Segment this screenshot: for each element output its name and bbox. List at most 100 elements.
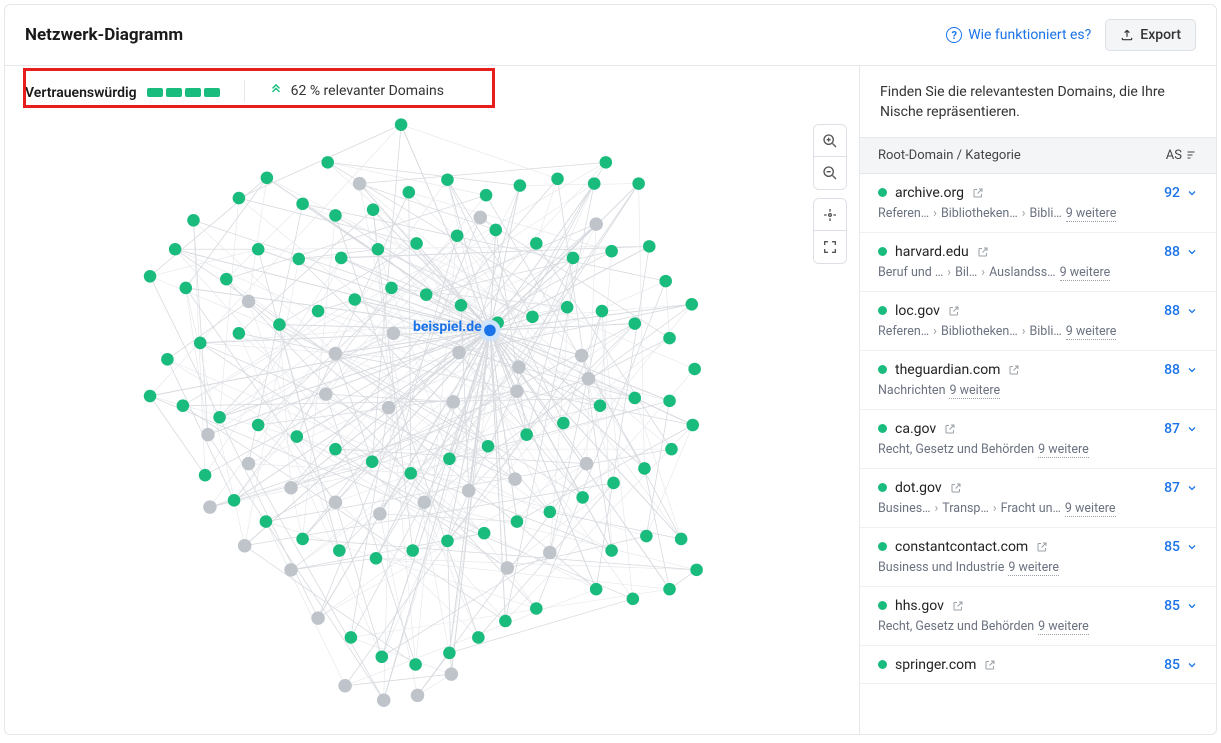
as-score: 87	[1164, 421, 1180, 437]
as-score: 85	[1164, 598, 1180, 614]
more-link[interactable]: 9 weitere	[1038, 442, 1089, 458]
more-link[interactable]: 9 weitere	[1008, 560, 1059, 576]
domain-name: constantcontact.com	[895, 539, 1028, 555]
domain-row[interactable]: springer.com 85	[860, 646, 1216, 684]
zoom-in-icon	[822, 133, 838, 149]
external-link-icon[interactable]	[977, 246, 989, 258]
domain-row[interactable]: dot.gov 87 Busines… › Transp… › Fracht un……	[860, 469, 1216, 528]
category-breadcrumb: Nachrichten 9 weitere	[878, 383, 1198, 399]
external-link-icon[interactable]	[952, 600, 964, 612]
category-breadcrumb: Beruf und … › Bil… › Auslandss… 9 weiter…	[878, 265, 1198, 281]
divider	[244, 80, 245, 102]
breadcrumb-segment: Nachrichten	[878, 383, 945, 398]
stats-bar: Vertrauenswürdig 62 % relevanter Domains	[5, 66, 859, 116]
external-link-icon[interactable]	[944, 423, 956, 435]
chevron-down-icon[interactable]	[1186, 482, 1198, 494]
external-link-icon[interactable]	[1036, 541, 1048, 553]
breadcrumb-segment: Recht, Gesetz und Behörden	[878, 442, 1034, 457]
domain-name: dot.gov	[895, 480, 942, 496]
graph-area[interactable]: beispiel.de	[5, 116, 859, 734]
status-dot	[878, 365, 887, 374]
category-breadcrumb: Referen… › Bibliotheken… › Bibli… 9 weit…	[878, 206, 1198, 222]
as-score: 88	[1164, 244, 1180, 260]
breadcrumb-segment: Auslandss…	[989, 265, 1056, 280]
domain-row[interactable]: hhs.gov85Recht, Gesetz und Behörden 9 we…	[860, 587, 1216, 646]
zoom-out-button[interactable]	[814, 157, 846, 189]
more-link[interactable]: 9 weitere	[1060, 265, 1111, 281]
external-link-icon[interactable]	[1008, 364, 1020, 376]
trust-bar-segment	[166, 88, 182, 97]
list-header: Root-Domain / Kategorie AS	[860, 137, 1216, 174]
more-link[interactable]: 9 weitere	[1038, 619, 1089, 635]
zoom-out-icon	[822, 165, 838, 181]
status-dot	[878, 306, 887, 315]
breadcrumb-segment: Bibliotheken…	[941, 206, 1018, 221]
panel-body: Vertrauenswürdig 62 % relevanter Domains	[5, 66, 1216, 734]
more-link[interactable]: 9 weitere	[949, 383, 1000, 399]
domain-row[interactable]: theguardian.com 88 Nachrichten 9 weitere	[860, 351, 1216, 410]
chevron-down-icon[interactable]	[1186, 541, 1198, 553]
domain-name: springer.com	[895, 657, 976, 673]
more-link[interactable]: 9 weitere	[1066, 206, 1117, 222]
domain-name: ca.gov	[895, 421, 936, 437]
relevance-group: 62 % relevanter Domains	[269, 82, 444, 100]
category-breadcrumb: Recht, Gesetz und Behörden 9 weitere	[878, 619, 1198, 635]
external-link-icon[interactable]	[972, 187, 984, 199]
fullscreen-icon	[822, 239, 838, 255]
domain-list-column: Finden Sie die relevantesten Domains, di…	[860, 66, 1216, 734]
status-dot	[878, 483, 887, 492]
sort-icon	[1186, 149, 1198, 161]
external-link-icon[interactable]	[950, 482, 962, 494]
center-button[interactable]	[814, 199, 846, 231]
chevron-down-icon[interactable]	[1186, 659, 1198, 671]
domain-list: archive.org92Referen… › Bibliotheken… › …	[860, 174, 1216, 734]
external-link-icon[interactable]	[984, 659, 996, 671]
how-it-works-label: Wie funktioniert es?	[968, 27, 1091, 43]
trust-group: Vertrauenswürdig	[25, 82, 220, 101]
chevron-down-icon[interactable]	[1186, 364, 1198, 376]
zoom-group	[813, 124, 847, 190]
network-graph[interactable]	[5, 116, 859, 734]
sidebar-hint: Finden Sie die relevantesten Domains, di…	[860, 66, 1216, 137]
fullscreen-button[interactable]	[814, 231, 846, 263]
domain-name: archive.org	[895, 185, 964, 201]
how-it-works-link[interactable]: ? Wie funktioniert es?	[946, 27, 1091, 43]
export-label: Export	[1140, 27, 1181, 43]
export-button[interactable]: Export	[1105, 19, 1196, 51]
panel-title: Netzwerk-Diagramm	[25, 25, 183, 45]
panel-header: Netzwerk-Diagramm ? Wie funktioniert es?…	[5, 5, 1216, 66]
domain-row[interactable]: constantcontact.com85Business und Indust…	[860, 528, 1216, 587]
domain-row[interactable]: ca.gov 87 Recht, Gesetz und Behörden 9 wei…	[860, 410, 1216, 469]
category-breadcrumb: Referen… › Bibliotheken… › Bibli… 9 weit…	[878, 324, 1198, 340]
header-actions: ? Wie funktioniert es? Export	[946, 19, 1196, 51]
upload-icon	[1120, 28, 1134, 42]
breadcrumb-segment: Bibli…	[1029, 324, 1061, 339]
breadcrumb-segment: Referen…	[878, 206, 929, 221]
external-link-icon[interactable]	[948, 305, 960, 317]
more-link[interactable]: 9 weitere	[1066, 324, 1117, 340]
as-score: 88	[1164, 362, 1180, 378]
status-dot	[878, 542, 887, 551]
zoom-in-button[interactable]	[814, 125, 846, 157]
domain-row[interactable]: archive.org92Referen… › Bibliotheken… › …	[860, 174, 1216, 233]
category-breadcrumb: Busines… › Transp… › Fracht un… 9 weiter…	[878, 501, 1198, 517]
domain-name: loc.gov	[895, 303, 940, 319]
panel-container: Netzwerk-Diagramm ? Wie funktioniert es?…	[4, 4, 1217, 735]
domain-row[interactable]: loc.gov88Referen… › Bibliotheken… › Bibl…	[860, 292, 1216, 351]
chevron-down-icon[interactable]	[1186, 305, 1198, 317]
col-as-header[interactable]: AS	[1166, 148, 1198, 163]
as-score: 87	[1164, 480, 1180, 496]
more-link[interactable]: 9 weitere	[1065, 501, 1116, 517]
chevron-down-icon[interactable]	[1186, 600, 1198, 612]
chevron-down-icon[interactable]	[1186, 187, 1198, 199]
as-score: 85	[1164, 657, 1180, 673]
trust-label: Vertrauenswürdig	[25, 85, 137, 101]
chevron-down-icon[interactable]	[1186, 423, 1198, 435]
status-dot	[878, 188, 887, 197]
breadcrumb-segment: Recht, Gesetz und Behörden	[878, 619, 1034, 634]
domain-row[interactable]: harvard.edu88Beruf und … › Bil… › Auslan…	[860, 233, 1216, 292]
relevance-text: 62 % relevanter Domains	[291, 83, 444, 99]
trust-bar-segment	[147, 88, 163, 97]
chevron-down-icon[interactable]	[1186, 246, 1198, 258]
domain-name: theguardian.com	[895, 362, 1000, 378]
